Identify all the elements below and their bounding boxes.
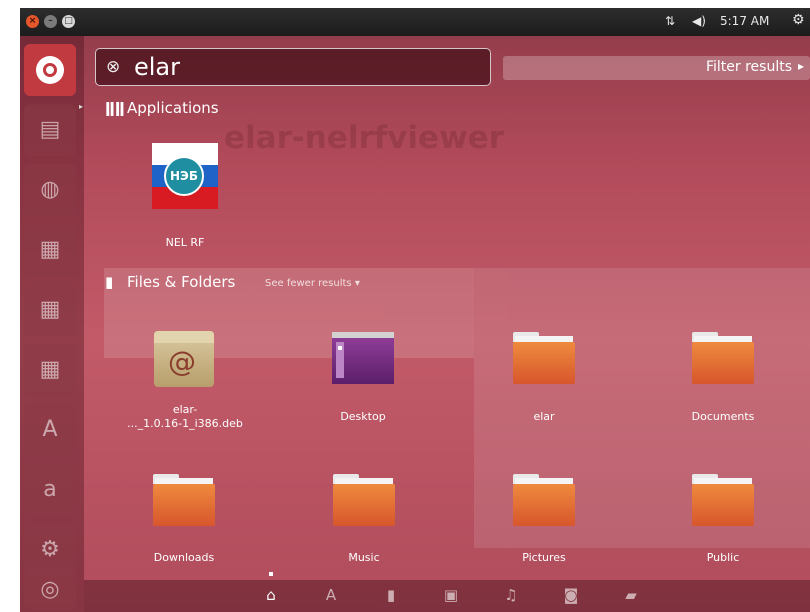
nel-rf-app-icon[interactable]: НЭБ	[152, 143, 218, 209]
video-lens-icon[interactable]: ▣	[440, 586, 462, 606]
see-fewer-label: See fewer results	[265, 278, 352, 289]
desktop-folder-icon[interactable]	[332, 332, 394, 384]
trash-icon[interactable]: ◎	[24, 570, 76, 610]
lens-bar: ⌂ A ▮ ▣ ♫ ◙ ▰	[84, 572, 810, 612]
folder-icon[interactable]	[333, 474, 395, 526]
impress-icon[interactable]: ▦	[24, 344, 76, 396]
search-box[interactable]: ⊗	[95, 48, 491, 86]
social-lens-icon[interactable]: ▰	[620, 586, 642, 606]
desktop-label: Desktop	[340, 410, 386, 423]
files-lens-icon[interactable]: ▮	[380, 586, 402, 606]
background-window-title: elar-nelrfviewer	[224, 120, 505, 156]
elar-folder-label: elar	[533, 410, 555, 423]
home-lens-icon[interactable]: ⌂	[260, 586, 282, 606]
network-icon[interactable]: ⇅	[665, 14, 675, 28]
folder-icon[interactable]	[513, 332, 575, 384]
clock[interactable]: 5:17 AM	[720, 14, 769, 28]
pictures-label: Pictures	[522, 551, 566, 564]
files-icon[interactable]: ▤	[24, 104, 76, 156]
debian-swirl-icon: @	[168, 345, 196, 378]
search-input[interactable]	[134, 53, 474, 81]
neb-logo: НЭБ	[164, 156, 204, 196]
file-category-icon: ▮	[105, 273, 114, 291]
music-lens-icon[interactable]: ♫	[500, 586, 522, 606]
volume-icon[interactable]: ◀)	[692, 14, 706, 28]
system-settings-icon[interactable]: ⚙	[24, 524, 76, 576]
calc-icon[interactable]: ▦	[24, 284, 76, 336]
debian-package-icon[interactable]: @	[154, 331, 214, 387]
folder-icon[interactable]	[153, 474, 215, 526]
files-folders-heading-label: Files & Folders	[127, 273, 236, 291]
folder-icon[interactable]	[692, 332, 754, 384]
files-folders-heading: ▮ Files & Folders	[105, 273, 235, 291]
maximize-icon[interactable]: □	[62, 15, 75, 28]
public-label: Public	[706, 551, 740, 564]
ubuntu-home-button[interactable]	[24, 44, 76, 96]
folder-icon[interactable]	[692, 474, 754, 526]
photo-lens-icon[interactable]: ◙	[560, 586, 582, 606]
minimize-icon[interactable]: –	[44, 15, 57, 28]
ubuntu-logo-icon	[36, 56, 64, 84]
close-icon[interactable]: ×	[26, 15, 39, 28]
filter-results-label: Filter results	[705, 59, 792, 75]
see-fewer-results-link[interactable]: See fewer results ▾	[265, 278, 360, 289]
chevron-right-icon: ▸	[797, 59, 804, 73]
applications-lens-icon[interactable]: A	[320, 586, 342, 606]
applications-category-icon: ǁǁ	[105, 99, 125, 117]
music-label: Music	[348, 551, 380, 564]
amazon-icon[interactable]: a	[24, 464, 76, 516]
top-panel: × – □ ⇅ ◀) 5:17 AM ⚙	[20, 8, 810, 36]
writer-icon[interactable]: ▦	[24, 224, 76, 276]
software-center-icon[interactable]: A	[24, 404, 76, 456]
applications-heading: ǁǁ Applications	[105, 99, 219, 117]
settings-gear-icon[interactable]: ⚙	[792, 12, 805, 28]
documents-label: Documents	[691, 410, 755, 423]
launcher: ▸ ▤ ◍ ▦ ▦ ▦ A a ⚙ ◎	[20, 36, 84, 612]
downloads-label: Downloads	[153, 551, 215, 564]
launcher-indicator: ▸	[79, 102, 84, 111]
active-lens-indicator	[269, 572, 273, 576]
firefox-icon[interactable]: ◍	[24, 164, 76, 216]
filter-results-button[interactable]: Filter results ▸	[503, 56, 810, 80]
folder-icon[interactable]	[513, 474, 575, 526]
nel-rf-label: NEL RF	[165, 236, 205, 249]
clear-icon[interactable]: ⊗	[106, 57, 120, 77]
deb-file-label: elar- ..._1.0.16-1_i386.deb	[127, 403, 243, 430]
applications-heading-label: Applications	[127, 99, 219, 117]
dash-screen: elar-nelrfviewer × – □ ⇅ ◀) 5:17 AM ⚙ ▸ …	[20, 8, 810, 612]
